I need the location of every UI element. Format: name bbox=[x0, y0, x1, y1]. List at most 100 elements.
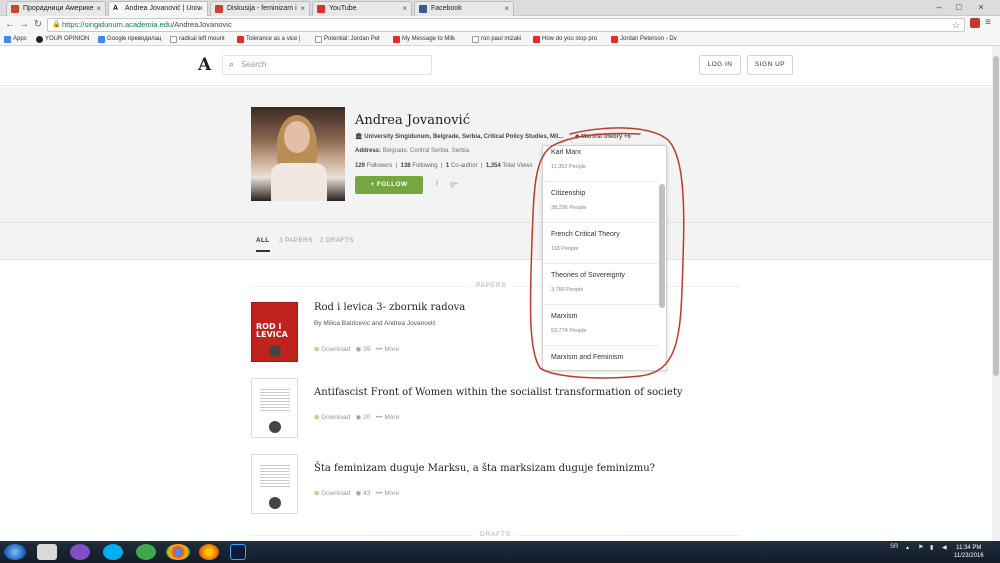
tab-label: Прорадници Америке bbox=[23, 5, 94, 12]
paper-title[interactable]: Šta feminizam duguje Marksu, a šta marks… bbox=[314, 463, 655, 474]
page-scrollbar[interactable] bbox=[992, 46, 1000, 541]
interest-item[interactable]: Theories of Sovereignty 3,786 People bbox=[543, 264, 659, 305]
paper-thumbnail[interactable] bbox=[251, 378, 298, 438]
firefox-icon[interactable] bbox=[199, 544, 219, 560]
login-button[interactable]: LOG IN bbox=[699, 55, 741, 75]
follow-button[interactable]: + FOLLOW bbox=[355, 176, 423, 194]
bookmark[interactable]: My Message to Milk bbox=[393, 34, 455, 45]
photoshop-icon[interactable] bbox=[230, 544, 246, 560]
bookmark[interactable]: radical left mount bbox=[170, 34, 225, 45]
tab-close-icon[interactable]: × bbox=[402, 2, 407, 16]
volume-icon[interactable]: ◀ bbox=[942, 544, 947, 551]
interest-name: Citizenship bbox=[551, 190, 586, 197]
interest-item[interactable]: Marxism 53,774 People bbox=[543, 305, 659, 346]
download-link[interactable]: Download bbox=[321, 490, 350, 497]
download-link[interactable]: Download bbox=[321, 414, 350, 421]
maximize-icon[interactable]: □ bbox=[950, 0, 968, 14]
tab-drafts[interactable]: 2 DRAFTS bbox=[320, 237, 354, 244]
tab-papers[interactable]: 3 PAPERS bbox=[279, 237, 313, 244]
skype-icon[interactable] bbox=[103, 544, 123, 560]
download-badge-icon bbox=[269, 497, 281, 509]
url-host: https://singidunum.academia.edu bbox=[62, 20, 173, 29]
tab-all[interactable]: ALL bbox=[256, 237, 270, 252]
tab-label: Diskusija - feminizam i bbox=[227, 5, 297, 12]
bookmark[interactable]: YOUR OPINION bbox=[36, 34, 89, 45]
views-icon: ◉ bbox=[355, 346, 362, 353]
interest-item[interactable]: French Critical Theory 118 People bbox=[543, 223, 659, 264]
profile-affiliation[interactable]: 🏛 University Singidunum, Belgrade, Serbi… bbox=[355, 133, 563, 140]
tab-favicon-icon bbox=[11, 5, 19, 13]
minimize-icon[interactable]: – bbox=[930, 0, 948, 14]
signup-button[interactable]: SIGN UP bbox=[747, 55, 793, 75]
bookmark-star-icon[interactable]: ☆ bbox=[952, 19, 960, 31]
browser-tab[interactable]: Facebook × bbox=[414, 1, 514, 16]
bookmark[interactable]: How do you stop pro bbox=[533, 34, 597, 45]
profile-stats: 129 Followers | 138 Following | 1 Co-aut… bbox=[355, 163, 533, 169]
menu-icon[interactable]: ≡ bbox=[985, 17, 991, 28]
interest-name: Theories of Sovereignty bbox=[551, 272, 625, 279]
paper-actions: ⊕ Download ◉ 39 ••• More bbox=[314, 345, 399, 353]
research-interests-dropdown[interactable]: Karl Marx 11,352 People Citizenship 38,2… bbox=[542, 145, 667, 371]
more-link[interactable]: More bbox=[384, 414, 399, 421]
interest-name: Marxism bbox=[551, 313, 578, 320]
more-link[interactable]: More bbox=[384, 490, 399, 497]
popcorn-time-icon[interactable] bbox=[37, 544, 57, 560]
bookmark[interactable]: ron paul mizaki bbox=[472, 34, 521, 45]
download-link[interactable]: Download bbox=[321, 346, 350, 353]
url-path: /AndreaJovanovic bbox=[172, 20, 232, 29]
browser-tab[interactable]: Прорадници Америке × bbox=[6, 1, 106, 16]
paper-item: Šta feminizam duguje Marksu, a šta marks… bbox=[251, 454, 731, 516]
tab-close-icon[interactable]: × bbox=[198, 2, 203, 16]
network-icon[interactable]: ▮ bbox=[930, 544, 933, 551]
youtube-icon bbox=[237, 36, 244, 43]
reload-icon[interactable]: ↻ bbox=[32, 18, 44, 32]
facebook-share-icon[interactable]: f bbox=[436, 181, 438, 188]
phone-icon[interactable] bbox=[136, 544, 156, 560]
tab-close-icon[interactable]: × bbox=[504, 2, 509, 16]
interest-item[interactable]: Citizenship 38,296 People bbox=[543, 182, 659, 223]
profile-name: Andrea Jovanović bbox=[355, 113, 470, 128]
forward-icon[interactable]: → bbox=[18, 18, 30, 32]
paper-title[interactable]: Rod i levica 3- zbornik radova bbox=[314, 302, 465, 313]
youtube-icon bbox=[533, 36, 540, 43]
close-window-icon[interactable]: × bbox=[972, 0, 990, 14]
viber-icon[interactable] bbox=[70, 544, 90, 560]
dropdown-scrollbar[interactable] bbox=[659, 184, 665, 308]
academia-logo[interactable]: A bbox=[198, 55, 211, 75]
back-icon[interactable]: ← bbox=[4, 18, 16, 32]
bookmark-apps[interactable]: Apps bbox=[4, 34, 27, 45]
bookmark[interactable]: Tolerance as a vice | bbox=[237, 34, 301, 45]
browser-tab-active[interactable]: A Andrea Jovanović | Univ × bbox=[108, 1, 208, 16]
profile-header: Andrea Jovanović 🏛 University Singidunum… bbox=[0, 87, 992, 222]
start-button-icon[interactable] bbox=[4, 544, 26, 560]
browser-tab-strip: Прорадници Америке × A Andrea Jovanović … bbox=[0, 0, 1000, 16]
tab-close-icon[interactable]: × bbox=[300, 2, 305, 16]
paper-thumbnail[interactable] bbox=[251, 454, 298, 514]
flag-icon[interactable]: ⚑ bbox=[918, 544, 923, 551]
tray-up-icon[interactable]: ▴ bbox=[906, 544, 909, 551]
search-input[interactable]: ⌕ Search bbox=[222, 55, 432, 75]
paper-title[interactable]: Antifascist Front of Women within the so… bbox=[314, 387, 683, 398]
bookmark[interactable]: Google преводилац bbox=[98, 34, 161, 45]
language-indicator[interactable]: SR bbox=[890, 544, 898, 550]
bookmark[interactable]: Potential: Jordan Pet bbox=[315, 34, 380, 45]
tab-close-icon[interactable]: × bbox=[96, 2, 101, 16]
interest-count: 53,774 People bbox=[551, 328, 587, 334]
extension-icon[interactable] bbox=[970, 18, 980, 28]
more-icon: ••• bbox=[375, 414, 383, 421]
address-bar[interactable]: 🔒 https://singidunum.academia.edu/Andrea… bbox=[47, 18, 965, 32]
browser-tab[interactable]: Diskusija - feminizam i × bbox=[210, 1, 310, 16]
browser-tab[interactable]: YouTube × bbox=[312, 1, 412, 16]
views-icon: ◉ bbox=[355, 414, 362, 421]
paper-actions: ⊕ Download ◉ 43 ••• More bbox=[314, 489, 399, 497]
google-plus-share-icon[interactable]: g+ bbox=[450, 181, 458, 188]
more-link[interactable]: More bbox=[384, 346, 399, 353]
youtube-icon bbox=[317, 5, 325, 13]
research-interests-tag[interactable]: ◆ Marxist theory +6 bbox=[575, 133, 631, 140]
chrome-icon[interactable] bbox=[166, 544, 190, 560]
paper-thumbnail[interactable]: ROD I LEVICA bbox=[251, 302, 298, 362]
interest-item[interactable]: Karl Marx 11,352 People bbox=[543, 146, 659, 182]
system-clock[interactable]: 11:34 PM 11/23/2016 bbox=[954, 544, 984, 560]
interest-item[interactable]: Marxism and Feminism bbox=[543, 346, 659, 370]
bookmark[interactable]: Jordan Peterson - Dv bbox=[611, 34, 677, 45]
